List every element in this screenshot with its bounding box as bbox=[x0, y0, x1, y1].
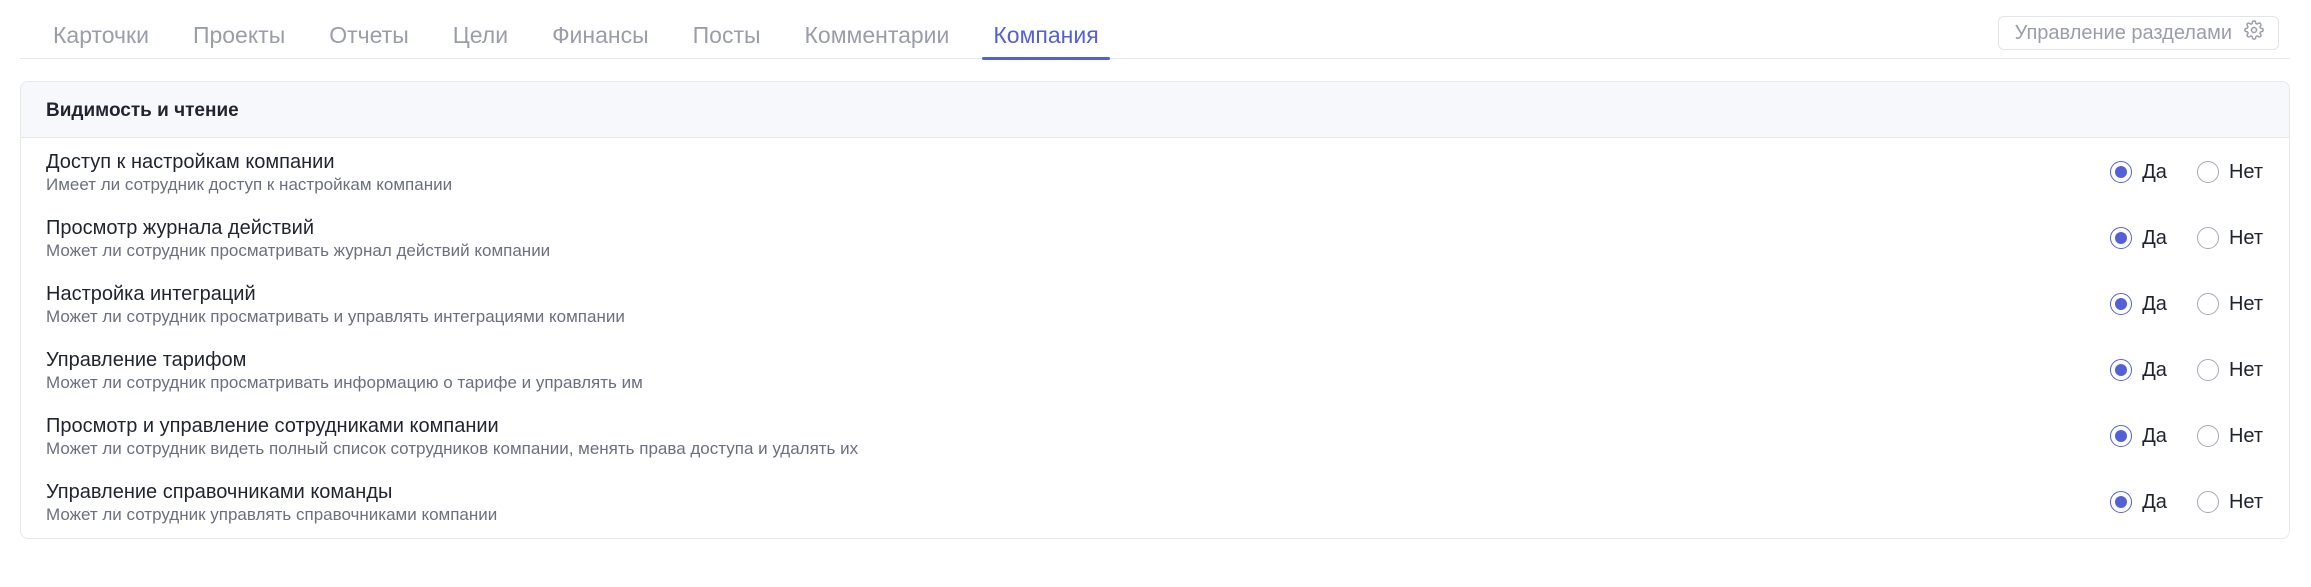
radio-checked-icon bbox=[2110, 425, 2133, 447]
permission-title: Управление справочниками команды bbox=[46, 481, 393, 503]
permission-radio-group: Да Нет bbox=[2110, 291, 2263, 317]
radio-no-label: Нет bbox=[2228, 226, 2263, 249]
permission-radio-group: Да Нет bbox=[2110, 225, 2263, 251]
permission-description: Имеет ли сотрудник доступ к настройкам к… bbox=[46, 175, 453, 194]
permission-row: Просмотр журнала действий Может ли сотру… bbox=[21, 204, 2289, 270]
radio-yes-label: Да bbox=[2142, 292, 2167, 315]
permission-row: Доступ к настройкам компании Имеет ли со… bbox=[21, 138, 2289, 204]
radio-unchecked-icon bbox=[2196, 161, 2219, 183]
permission-description: Может ли сотрудник просматривать журнал … bbox=[46, 241, 551, 260]
radio-yes[interactable]: Да bbox=[2110, 359, 2167, 382]
radio-yes-label: Да bbox=[2142, 424, 2167, 447]
radio-checked-icon bbox=[2110, 491, 2133, 513]
manage-sections-label: Управление разделами bbox=[2014, 21, 2232, 44]
company-settings-page: Карточки Проекты Отчеты Цели Финансы Пос… bbox=[0, 0, 2311, 587]
radio-unchecked-icon bbox=[2196, 425, 2219, 447]
tab-posts[interactable]: Посты bbox=[682, 0, 772, 59]
radio-no-label: Нет bbox=[2228, 358, 2263, 381]
radio-yes[interactable]: Да bbox=[2110, 161, 2167, 184]
radio-yes-label: Да bbox=[2142, 160, 2167, 183]
radio-yes[interactable]: Да bbox=[2110, 491, 2167, 514]
permission-title: Управление тарифом bbox=[46, 349, 247, 371]
manage-sections-button[interactable]: Управление разделами bbox=[1997, 16, 2279, 50]
tab-projects[interactable]: Проекты bbox=[182, 0, 296, 59]
permission-title: Настройка интеграций bbox=[46, 283, 256, 305]
permission-row: Просмотр и управление сотрудниками компа… bbox=[21, 402, 2289, 468]
radio-no[interactable]: Нет bbox=[2196, 160, 2263, 184]
radio-unchecked-icon bbox=[2196, 359, 2219, 381]
permission-row: Управление тарифом Может ли сотрудник пр… bbox=[21, 336, 2289, 402]
permission-radio-group: Да Нет bbox=[2110, 357, 2263, 383]
radio-yes[interactable]: Да bbox=[2110, 425, 2167, 448]
radio-yes-label: Да bbox=[2142, 358, 2167, 381]
permission-title: Просмотр журнала действий bbox=[46, 217, 315, 239]
permission-radio-group: Да Нет bbox=[2110, 489, 2263, 515]
section-title: Видимость и чтение bbox=[21, 82, 2289, 138]
tab-finance[interactable]: Финансы bbox=[541, 0, 660, 59]
radio-no-label: Нет bbox=[2228, 490, 2263, 513]
permission-description: Может ли сотрудник просматривать информа… bbox=[46, 373, 643, 392]
radio-no-label: Нет bbox=[2228, 292, 2263, 315]
radio-unchecked-icon bbox=[2196, 227, 2219, 249]
radio-checked-icon bbox=[2110, 293, 2133, 315]
radio-no-label: Нет bbox=[2228, 424, 2263, 447]
radio-no[interactable]: Нет bbox=[2196, 358, 2263, 382]
permission-description: Может ли сотрудник видеть полный список … bbox=[46, 439, 859, 458]
permission-description: Может ли сотрудник просматривать и управ… bbox=[46, 307, 625, 326]
tab-goals[interactable]: Цели bbox=[442, 0, 519, 59]
permission-rows: Доступ к настройкам компании Имеет ли со… bbox=[21, 138, 2289, 534]
radio-yes[interactable]: Да bbox=[2110, 293, 2167, 316]
radio-yes-label: Да bbox=[2142, 490, 2167, 513]
permission-title: Доступ к настройкам компании bbox=[46, 151, 335, 173]
radio-unchecked-icon bbox=[2196, 491, 2219, 513]
tab-reports[interactable]: Отчеты bbox=[318, 0, 420, 59]
radio-no[interactable]: Нет bbox=[2196, 490, 2263, 514]
tab-company[interactable]: Компания bbox=[982, 0, 1110, 60]
gear-icon bbox=[2244, 20, 2264, 46]
radio-checked-icon bbox=[2110, 227, 2133, 249]
radio-no-label: Нет bbox=[2228, 160, 2263, 183]
permission-title: Просмотр и управление сотрудниками компа… bbox=[46, 415, 499, 437]
radio-no[interactable]: Нет bbox=[2196, 292, 2263, 316]
tabs-bar: Карточки Проекты Отчеты Цели Финансы Пос… bbox=[20, 0, 2290, 60]
radio-yes-label: Да bbox=[2142, 226, 2167, 249]
radio-checked-icon bbox=[2110, 161, 2133, 183]
tab-cards[interactable]: Карточки bbox=[42, 0, 160, 59]
permission-description: Может ли сотрудник управлять справочника… bbox=[46, 505, 498, 524]
radio-no[interactable]: Нет bbox=[2196, 424, 2263, 448]
visibility-section-card: Видимость и чтение Доступ к настройкам к… bbox=[20, 81, 2290, 539]
radio-no[interactable]: Нет bbox=[2196, 226, 2263, 250]
radio-unchecked-icon bbox=[2196, 293, 2219, 315]
radio-checked-icon bbox=[2110, 359, 2133, 381]
radio-yes[interactable]: Да bbox=[2110, 227, 2167, 250]
tab-comments[interactable]: Комментарии bbox=[794, 0, 961, 59]
section-tabs: Карточки Проекты Отчеты Цели Финансы Пос… bbox=[42, 0, 1132, 60]
permission-row: Настройка интеграций Может ли сотрудник … bbox=[21, 270, 2289, 336]
permission-radio-group: Да Нет bbox=[2110, 423, 2263, 449]
permission-radio-group: Да Нет bbox=[2110, 159, 2263, 185]
permission-row: Управление справочниками команды Может л… bbox=[21, 468, 2289, 534]
